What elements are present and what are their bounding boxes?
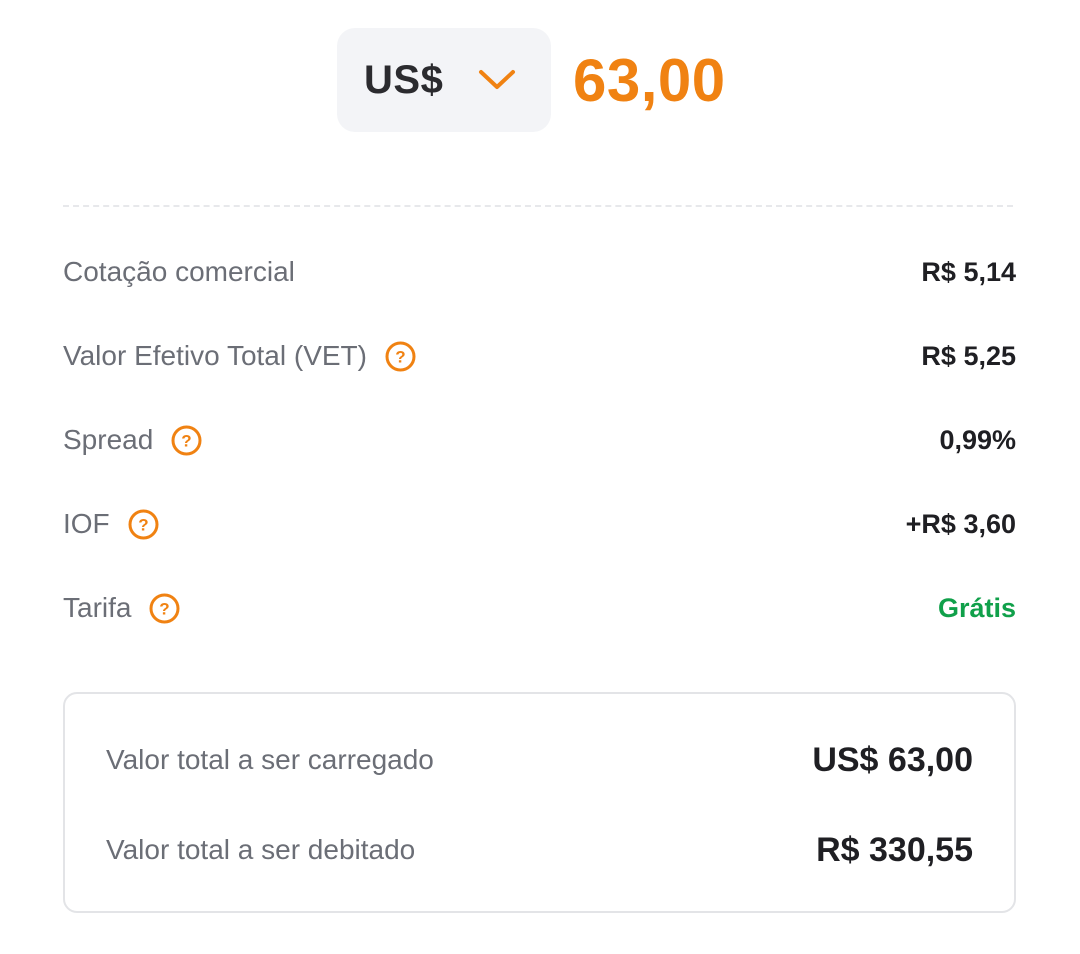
- detail-row-cotacao: Cotação comercial R$ 5,14: [63, 247, 1016, 297]
- svg-text:?: ?: [160, 599, 170, 618]
- detail-value: 0,99%: [939, 424, 1016, 455]
- total-row-debited: Valor total a ser debitado R$ 330,55: [106, 825, 973, 875]
- detail-value: +R$ 3,60: [905, 508, 1016, 539]
- svg-text:?: ?: [138, 515, 148, 534]
- detail-label-wrap: Tarifa ?: [63, 592, 180, 624]
- amount-input[interactable]: 63,00: [573, 46, 726, 115]
- detail-row-spread: Spread ? 0,99%: [63, 415, 1016, 465]
- help-circle-icon[interactable]: ?: [149, 593, 180, 624]
- help-circle-icon[interactable]: ?: [128, 509, 159, 540]
- detail-label-wrap: Cotação comercial: [63, 256, 295, 288]
- svg-text:?: ?: [395, 347, 405, 366]
- detail-label-wrap: Spread ?: [63, 424, 202, 456]
- help-circle-icon[interactable]: ?: [385, 341, 416, 372]
- currency-code: US$: [364, 57, 444, 102]
- total-debited-label: Valor total a ser debitado: [106, 834, 416, 865]
- total-loaded-value: US$ 63,00: [812, 740, 973, 779]
- detail-row-tarifa: Tarifa ? Grátis: [63, 583, 1016, 633]
- detail-value: R$ 5,25: [921, 340, 1016, 371]
- detail-row-iof: IOF ? +R$ 3,60: [63, 499, 1016, 549]
- svg-text:?: ?: [182, 431, 192, 450]
- detail-label: Spread: [63, 424, 154, 455]
- detail-label: IOF: [63, 508, 110, 539]
- help-circle-icon[interactable]: ?: [171, 425, 202, 456]
- totals-card: Valor total a ser carregado US$ 63,00 Va…: [63, 692, 1016, 913]
- detail-label-wrap: IOF ?: [63, 508, 159, 540]
- total-row-loaded: Valor total a ser carregado US$ 63,00: [106, 735, 973, 785]
- chevron-down-icon: [477, 66, 517, 94]
- currency-dropdown[interactable]: US$: [337, 28, 551, 132]
- total-loaded-label: Valor total a ser carregado: [106, 744, 434, 775]
- detail-label: Tarifa: [63, 592, 132, 623]
- detail-label: Cotação comercial: [63, 256, 295, 287]
- dashed-divider: [63, 205, 1013, 207]
- amount-row: US$ 63,00: [337, 28, 726, 132]
- total-debited-value: R$ 330,55: [816, 830, 973, 869]
- detail-label-wrap: Valor Efetivo Total (VET) ?: [63, 340, 416, 372]
- detail-value: R$ 5,14: [921, 256, 1016, 287]
- detail-row-vet: Valor Efetivo Total (VET) ? R$ 5,25: [63, 331, 1016, 381]
- free-badge-value: Grátis: [937, 592, 1016, 623]
- exchange-summary-page: US$ 63,00 Cotação comercial R$ 5,14 Valo…: [0, 0, 1080, 954]
- detail-label: Valor Efetivo Total (VET): [63, 340, 367, 371]
